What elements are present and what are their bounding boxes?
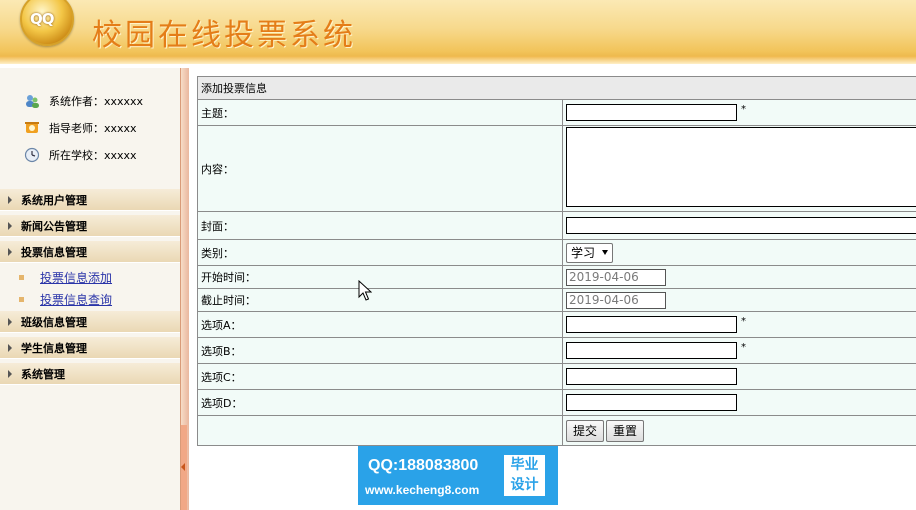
option-d-input[interactable] (566, 394, 737, 411)
watermark-badge-line1: 毕业 (510, 457, 539, 473)
option-c-input[interactable] (566, 368, 737, 385)
category-select[interactable]: 学习 (566, 242, 614, 263)
mouse-pointer-icon (358, 280, 372, 301)
caret-right-icon (8, 247, 12, 256)
start-time-cell (562, 265, 916, 289)
option-a-input[interactable] (566, 316, 737, 333)
end-time-label: 截止时间： (197, 288, 563, 312)
menu-label: 班级信息管理 (21, 315, 87, 329)
bullet-icon (19, 296, 24, 302)
option-b-label: 选项B： (197, 337, 563, 364)
submenu-item-query-vote[interactable]: 投票信息查询 (19, 290, 112, 308)
cover-input[interactable] (566, 217, 916, 234)
option-a-cell: * (562, 311, 916, 338)
school-info: 所在学校：xxxxx (24, 146, 137, 164)
menu-label: 新闻公告管理 (21, 219, 87, 233)
menu-label: 系统管理 (21, 367, 65, 381)
actions-spacer (197, 415, 563, 446)
end-time-input[interactable] (566, 291, 666, 309)
author-info: 系统作者：xxxxxx (24, 92, 143, 110)
option-d-cell (562, 389, 916, 416)
start-time-label: 开始时间： (197, 265, 563, 289)
watermark-badge-line2: 设计 (510, 477, 539, 493)
content-textarea[interactable] (566, 127, 916, 207)
content-label: 内容： (197, 125, 563, 212)
menu-item-news-management[interactable]: 新闻公告管理 (0, 215, 180, 237)
submit-button[interactable]: 提交 (566, 419, 605, 442)
users-icon (24, 93, 40, 109)
caret-right-icon (8, 369, 12, 378)
caret-right-icon (8, 343, 12, 352)
cover-label: 封面： (197, 211, 563, 240)
option-b-input[interactable] (566, 342, 737, 359)
bullet-icon (19, 274, 24, 280)
caret-right-icon (8, 221, 12, 230)
add-vote-link[interactable]: 投票信息添加 (40, 269, 112, 286)
watermark-banner: QQ:188083800 www.kecheng8.com 毕业 设计 (358, 446, 558, 505)
watermark-badge: 毕业 设计 (504, 455, 545, 496)
category-cell: 学习 (562, 239, 916, 266)
caret-right-icon (8, 317, 12, 326)
submenu-item-add-vote[interactable]: 投票信息添加 (19, 268, 112, 286)
add-vote-form: 添加投票信息 主题： * 内容： 封面： 类别： 学习 开始时间： 2019-0… (197, 76, 916, 446)
dropdown-arrow-icon (602, 250, 609, 255)
author-label: 系统作者：xxxxxx (49, 95, 144, 108)
end-time-cell (562, 288, 916, 312)
teacher-label: 指导老师：xxxxx (49, 122, 137, 135)
collapse-arrow-icon[interactable] (181, 463, 185, 471)
watermark-qq: QQ:188083800 (368, 457, 479, 474)
required-marker: * (741, 316, 746, 327)
option-a-label: 选项A： (197, 311, 563, 338)
teacher-icon (24, 120, 40, 136)
option-c-cell (562, 363, 916, 390)
header-band (0, 56, 916, 64)
query-vote-link[interactable]: 投票信息查询 (40, 291, 112, 308)
logo-text: QQ (30, 10, 54, 28)
required-marker: * (741, 104, 746, 115)
menu-label: 学生信息管理 (21, 341, 87, 355)
subject-cell: * (562, 99, 916, 126)
cover-cell (562, 211, 916, 240)
menu-item-user-management[interactable]: 系统用户管理 (0, 189, 180, 211)
caret-right-icon (8, 195, 12, 204)
subject-input[interactable] (566, 104, 737, 121)
logo-icon: QQ (20, 0, 74, 46)
option-d-label: 选项D： (197, 389, 563, 416)
category-label: 类别： (197, 239, 563, 266)
header-banner: QQ 校园在线投票系统 (0, 0, 916, 64)
teacher-info: 指导老师：xxxxx (24, 119, 137, 137)
app-title: 校园在线投票系统 (92, 18, 356, 53)
menu-label: 投票信息管理 (21, 245, 87, 259)
school-label: 所在学校：xxxxx (49, 149, 137, 162)
form-caption: 添加投票信息 (197, 76, 916, 100)
menu-item-class-management[interactable]: 班级信息管理 (0, 311, 180, 333)
watermark-url: www.kecheng8.com (365, 483, 480, 497)
start-time-input[interactable] (566, 268, 666, 286)
reset-button[interactable]: 重置 (606, 419, 645, 442)
menu-item-system-management[interactable]: 系统管理 (0, 363, 180, 385)
menu-label: 系统用户管理 (21, 193, 87, 207)
menu-item-vote-management[interactable]: 投票信息管理 (0, 241, 180, 263)
required-marker: * (741, 342, 746, 353)
option-c-label: 选项C： (197, 363, 563, 390)
clock-icon (24, 147, 40, 163)
option-b-cell: * (562, 337, 916, 364)
menu-item-student-management[interactable]: 学生信息管理 (0, 337, 180, 359)
category-selected-value: 学习 (571, 246, 596, 260)
actions-cell: 提交 重置 (562, 415, 916, 446)
subject-label: 主题： (197, 99, 563, 126)
content-cell (562, 125, 916, 212)
